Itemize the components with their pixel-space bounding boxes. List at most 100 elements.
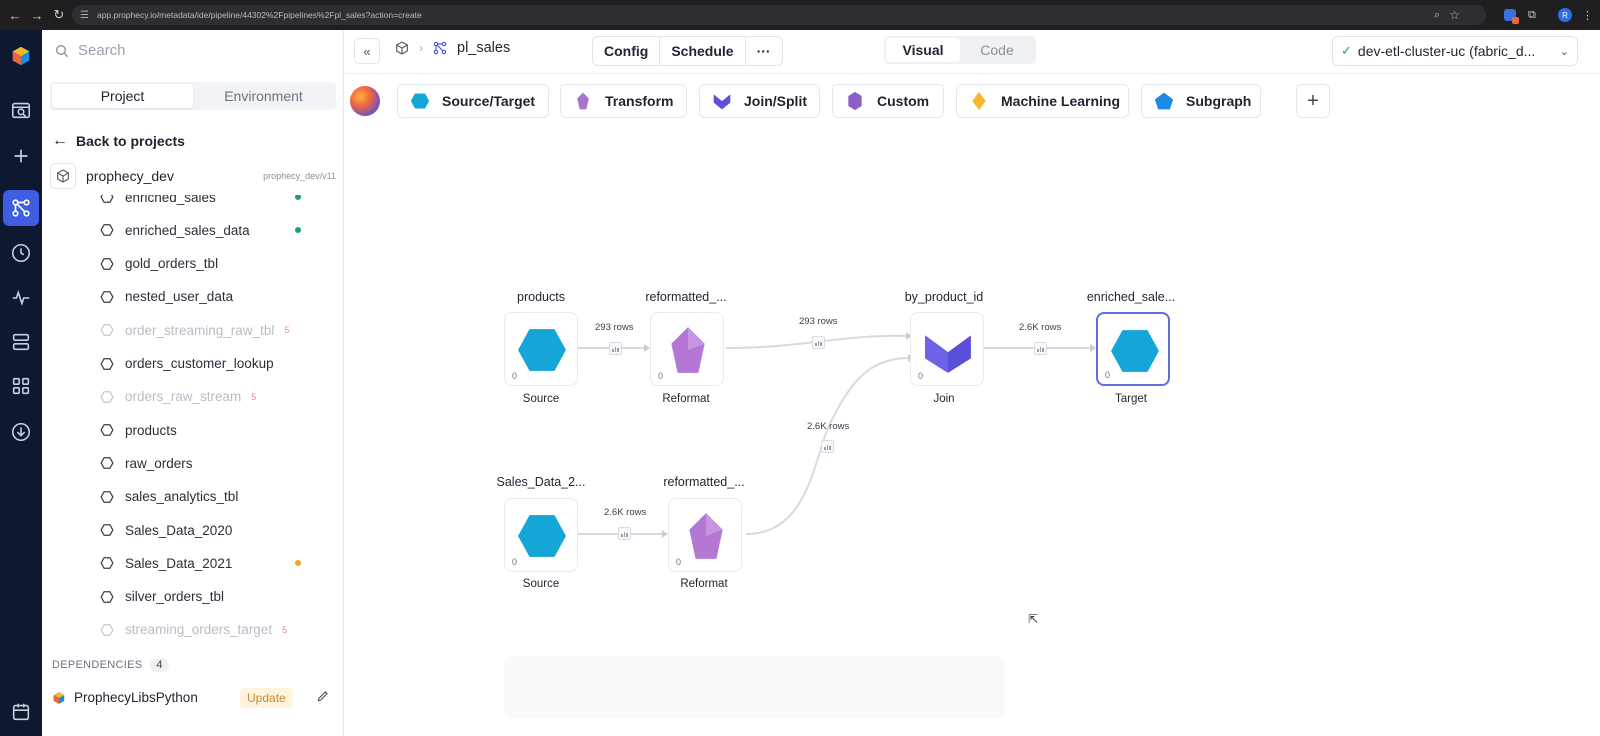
dataset-item[interactable]: enriched_sales_data bbox=[100, 220, 250, 240]
tab-project[interactable]: Project bbox=[52, 84, 193, 108]
target-gem-node[interactable]: 0 bbox=[1096, 312, 1170, 386]
dataset-item[interactable]: Sales_Data_2021 bbox=[100, 553, 232, 573]
chevron-right-icon: › bbox=[419, 41, 423, 55]
data-preview-icon[interactable] bbox=[609, 342, 622, 355]
node-title[interactable]: enriched_sale... bbox=[1071, 290, 1191, 304]
gem-palette: Source/Target Transform Join/Split Custo… bbox=[344, 80, 1600, 126]
reformat-gem-node[interactable]: 0 bbox=[668, 498, 742, 572]
data-preview-icon[interactable] bbox=[1034, 342, 1047, 355]
back-to-projects-link[interactable]: ← Back to projects bbox=[52, 132, 185, 150]
source-gem-node[interactable]: 0 bbox=[504, 312, 578, 386]
history-clock-icon[interactable] bbox=[3, 235, 39, 271]
environments-server-icon[interactable] bbox=[3, 324, 39, 360]
prophecy-logo-icon[interactable] bbox=[3, 38, 39, 74]
reformat-gem-node[interactable]: 0 bbox=[650, 312, 724, 386]
dependency-name: ProphecyLibsPython bbox=[74, 690, 198, 705]
pipelines-icon[interactable] bbox=[3, 190, 39, 226]
join-gem-node[interactable]: 0 bbox=[910, 312, 984, 386]
apps-grid-icon[interactable] bbox=[3, 368, 39, 404]
edit-pencil-icon[interactable] bbox=[316, 689, 330, 706]
subgraph-gem-button[interactable]: Subgraph bbox=[1141, 84, 1261, 118]
dataset-name: orders_customer_lookup bbox=[125, 356, 274, 371]
dataset-item[interactable]: products bbox=[100, 420, 177, 440]
mouse-cursor-icon: ⇱ bbox=[1028, 612, 1039, 626]
dataset-hexagon-icon bbox=[100, 195, 114, 203]
breadcrumb: › pl_sales bbox=[394, 40, 510, 56]
search-input[interactable]: Search bbox=[78, 42, 126, 59]
project-header[interactable]: prophecy_dev prophecy_dev/v11 bbox=[50, 160, 340, 192]
dataset-item[interactable]: Sales_Data_2020 bbox=[100, 520, 232, 540]
back-arrow-icon[interactable]: ← bbox=[4, 8, 26, 23]
node-title[interactable]: reformatted_... bbox=[644, 475, 764, 489]
site-settings-icon[interactable]: ☰ bbox=[80, 10, 89, 21]
join-split-gem-button[interactable]: Join/Split bbox=[699, 84, 820, 118]
collapse-sidebar-button[interactable]: « bbox=[354, 38, 380, 64]
reload-icon[interactable]: ↻ bbox=[48, 7, 70, 23]
dataset-name: nested_user_data bbox=[125, 289, 234, 305]
more-options-button[interactable]: ··· bbox=[746, 37, 782, 65]
node-title[interactable]: products bbox=[481, 290, 601, 304]
browser-menu-icon[interactable]: ⋮ bbox=[1582, 6, 1593, 24]
custom-gem-button[interactable]: Custom bbox=[832, 84, 944, 118]
observability-pulse-icon[interactable] bbox=[3, 280, 39, 316]
update-button[interactable]: Update bbox=[240, 687, 293, 708]
schedule-button[interactable]: Schedule bbox=[660, 37, 746, 65]
profile-avatar[interactable]: R bbox=[1558, 6, 1572, 24]
tab-visual[interactable]: Visual bbox=[886, 38, 960, 62]
pipeline-canvas[interactable]: 293 rows 293 rows 2.6K rows 2.6K rows 2.… bbox=[344, 126, 1600, 736]
source-target-gem-button[interactable]: Source/Target bbox=[397, 84, 549, 118]
data-preview-icon[interactable] bbox=[821, 440, 834, 453]
metadata-search-icon[interactable] bbox=[3, 92, 39, 128]
download-icon[interactable] bbox=[3, 414, 39, 450]
calendar-icon[interactable] bbox=[3, 694, 39, 730]
dataset-item[interactable]: gold_orders_tbl bbox=[100, 254, 218, 274]
edge-row-count: 2.6K rows bbox=[807, 421, 850, 432]
node-title[interactable]: reformatted_... bbox=[626, 290, 746, 304]
dataset-item[interactable]: streaming_orders_target 5 bbox=[100, 620, 287, 640]
dataset-item[interactable]: orders_raw_stream 5 bbox=[100, 387, 256, 407]
dataset-list: enriched_sales enriched_sales_data gold_or… bbox=[42, 195, 344, 640]
dataset-item[interactable]: silver_orders_tbl bbox=[100, 587, 224, 607]
dataset-item[interactable]: enriched_sales bbox=[100, 195, 216, 207]
project-name: prophecy_dev bbox=[86, 168, 174, 184]
bookmark-star-icon[interactable]: ☆ bbox=[1449, 8, 1460, 22]
dataset-name: streaming_orders_target bbox=[125, 622, 273, 638]
machine-learning-gem-button[interactable]: Machine Learning bbox=[956, 84, 1129, 118]
project-environment-toggle: Project Environment bbox=[50, 82, 336, 110]
dataset-hexagon-icon bbox=[100, 457, 114, 470]
project-cube-icon[interactable] bbox=[394, 40, 410, 56]
pipeline-name[interactable]: pl_sales bbox=[457, 40, 510, 56]
dataset-item[interactable]: orders_customer_lookup bbox=[100, 354, 274, 374]
search-box[interactable]: Search bbox=[54, 42, 126, 59]
extensions-puzzle-icon[interactable]: ⧉ bbox=[1528, 6, 1536, 24]
dependency-row[interactable]: ProphecyLibsPython Update bbox=[52, 687, 338, 708]
address-bar[interactable]: ☰ app.prophecy.io/metadata/ide/pipeline/… bbox=[72, 5, 1486, 25]
data-preview-icon[interactable] bbox=[812, 336, 825, 349]
gem-icon bbox=[848, 91, 862, 111]
cluster-selector[interactable]: ✓ dev-etl-cluster-uc (fabric_d... ⌄ bbox=[1332, 36, 1578, 66]
dependencies-header[interactable]: DEPENDENCIES 4 bbox=[52, 658, 169, 672]
zoom-icon[interactable]: ⌕ bbox=[1434, 9, 1440, 22]
config-button[interactable]: Config bbox=[593, 37, 661, 65]
node-title[interactable]: Sales_Data_2... bbox=[481, 475, 601, 489]
pipeline-icon bbox=[433, 41, 447, 55]
dataset-item[interactable]: sales_analytics_tbl bbox=[100, 487, 238, 507]
add-gem-button[interactable]: + bbox=[1296, 84, 1330, 118]
data-preview-icon[interactable] bbox=[618, 527, 631, 540]
tab-environment[interactable]: Environment bbox=[193, 84, 334, 108]
forward-arrow-icon[interactable]: → bbox=[26, 8, 48, 23]
create-plus-icon[interactable] bbox=[3, 138, 39, 174]
node-title[interactable]: by_product_id bbox=[884, 290, 1004, 304]
dataset-item[interactable]: nested_user_data bbox=[100, 287, 233, 307]
dataset-hexagon-icon bbox=[100, 290, 114, 303]
copilot-orb-icon[interactable] bbox=[350, 86, 380, 116]
source-gem-node[interactable]: 0 bbox=[504, 498, 578, 572]
transform-gem-button[interactable]: Transform bbox=[560, 84, 687, 118]
tab-code[interactable]: Code bbox=[960, 38, 1034, 62]
dataset-item[interactable]: order_streaming_raw_tbl 5 bbox=[100, 320, 289, 340]
dataset-item[interactable]: raw_orders bbox=[100, 453, 193, 473]
url-text: app.prophecy.io/metadata/ide/pipeline/44… bbox=[96, 10, 422, 20]
extension-icon[interactable] bbox=[1504, 6, 1519, 24]
search-icon bbox=[56, 44, 69, 57]
hexagon-icon bbox=[518, 329, 566, 371]
